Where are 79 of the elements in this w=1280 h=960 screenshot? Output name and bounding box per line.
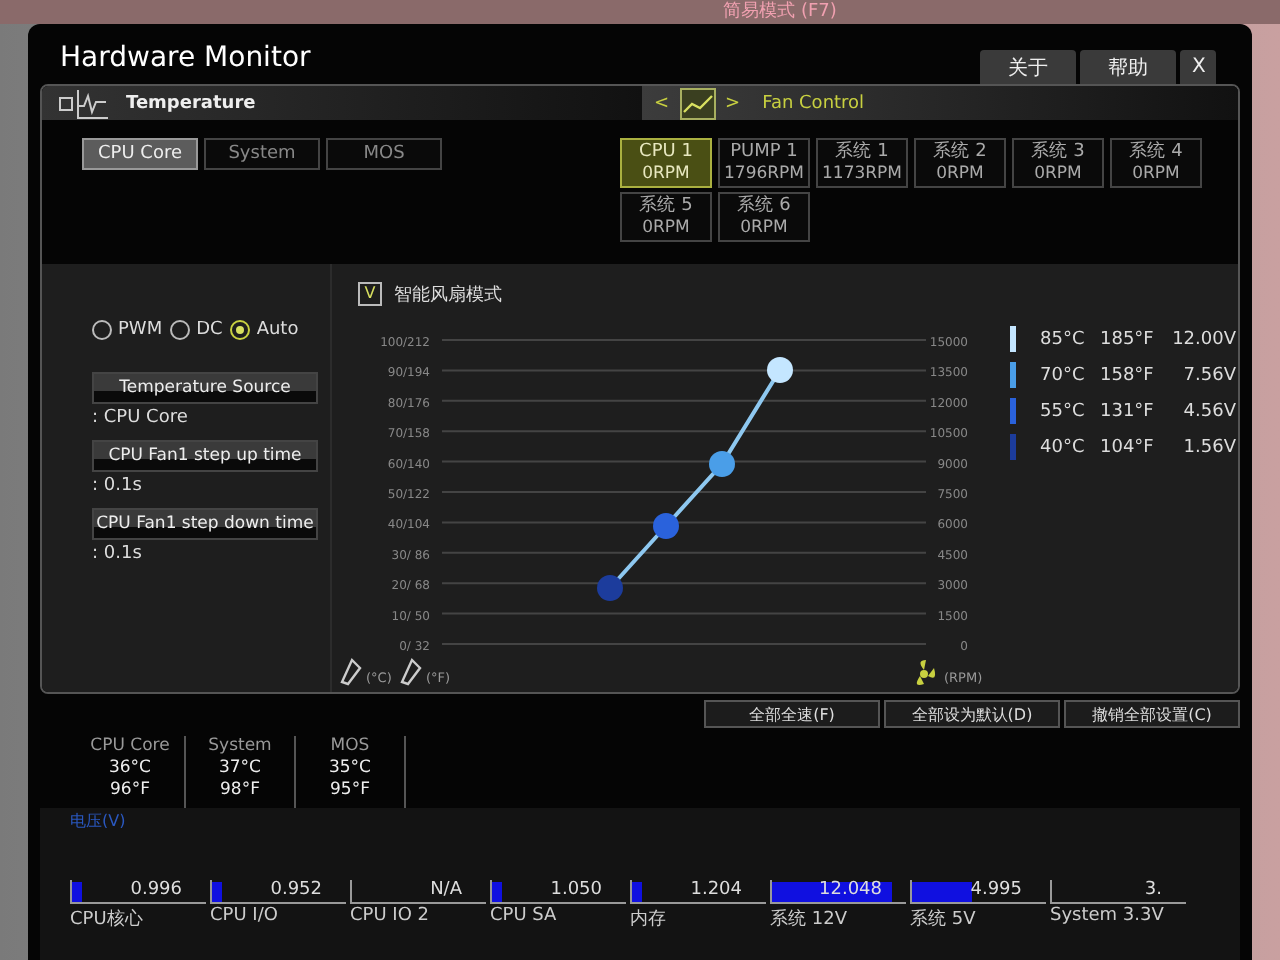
voltage-value: 0.952 (268, 880, 324, 902)
action-button[interactable]: 全部设为默认(D) (884, 700, 1060, 728)
setting-value: : 0.1s (92, 476, 144, 496)
voltage-title: 电压(V) (70, 810, 128, 832)
celsius-reading: 37°C (218, 758, 261, 780)
legend-celsius: 85°C (1040, 329, 1087, 349)
voltage-value: 0.996 (128, 880, 184, 902)
celsius-reading: 36°C (108, 758, 151, 780)
fan-button[interactable]: 系统 2 0RPM (914, 138, 1006, 189)
voltage-label: CPU I/O (210, 906, 280, 926)
legend-fahrenheit: 131°F (1100, 401, 1156, 421)
legend-voltage: 1.56V (1181, 437, 1236, 457)
sensor-tab[interactable]: System (204, 138, 320, 171)
setting-button[interactable]: CPU Fan1 step down time (92, 508, 318, 540)
mode-radio[interactable]: Auto (230, 320, 299, 340)
fahrenheit-reading: 95°F (330, 780, 370, 802)
setting-value: : 0.1s (92, 544, 144, 564)
window-title: Hardware Monitor (58, 42, 311, 74)
mode-radio[interactable]: PWM (92, 320, 163, 340)
sensor-tab[interactable]: CPU Core (82, 138, 198, 171)
voltage-value: 1.050 (548, 880, 604, 902)
action-button[interactable]: 撤销全部设置(C) (1064, 700, 1240, 728)
fan-button[interactable]: 系统 4 0RPM (1110, 138, 1202, 189)
action-button[interactable]: 全部全速(F) (704, 700, 880, 728)
legend-celsius: 70°C (1040, 365, 1087, 385)
thermometer-icon (400, 657, 422, 686)
legend-voltage: 4.56V (1181, 401, 1236, 421)
temperature-graph-icon (58, 87, 110, 120)
window-button[interactable]: 关于 (980, 50, 1076, 84)
temperature-header: Temperature (126, 93, 256, 114)
legend-celsius: 55°C (1040, 401, 1087, 421)
voltage-label: 系统 12V (770, 907, 849, 932)
fan-control-header: Fan Control (762, 93, 865, 114)
legend-fahrenheit: 104°F (1100, 437, 1156, 457)
voltage-label: 内存 (630, 907, 668, 932)
fan-graph-icon (679, 87, 716, 120)
fan-button[interactable]: CPU 1 0RPM (620, 138, 712, 189)
sensor-name: MOS (330, 736, 370, 758)
fan-button[interactable]: 系统 6 0RPM (718, 192, 810, 243)
fan-button[interactable]: 系统 3 0RPM (1012, 138, 1104, 189)
sensor-name: CPU Core (90, 736, 170, 758)
legend-fahrenheit: 185°F (1100, 329, 1156, 349)
voltage-value: 12.048 (817, 880, 884, 902)
thermometer-icon (340, 657, 362, 686)
voltage-value: 1.204 (688, 880, 744, 902)
window-button[interactable]: X (1180, 50, 1216, 84)
legend-voltage: 12.00V (1170, 329, 1236, 349)
window-button[interactable]: 帮助 (1080, 50, 1176, 84)
setting-button[interactable]: CPU Fan1 step up time (92, 440, 318, 472)
legend-celsius: 40°C (1040, 437, 1087, 457)
curve-point[interactable] (597, 575, 623, 601)
next-arrow[interactable]: > (725, 93, 741, 114)
sensor-tab[interactable]: MOS (326, 138, 442, 171)
legend-fahrenheit: 158°F (1100, 365, 1156, 385)
voltage-value: N/A (428, 880, 464, 902)
setting-button[interactable]: Temperature Source (92, 372, 318, 404)
curve-point[interactable] (709, 451, 735, 477)
fan-button[interactable]: 系统 5 0RPM (620, 192, 712, 243)
fan-icon (916, 660, 936, 685)
fan-button[interactable]: 系统 1 1173RPM (816, 138, 908, 189)
previous-arrow[interactable]: < (654, 93, 670, 114)
voltage-label: 系统 5V (910, 907, 978, 932)
curve-point[interactable] (767, 357, 793, 383)
voltage-label: CPU SA (490, 906, 559, 926)
fan-button[interactable]: PUMP 1 1796RPM (718, 138, 810, 189)
sensor-name: System (208, 736, 272, 758)
mode-radio[interactable]: DC (170, 320, 223, 340)
fahrenheit-reading: 96°F (110, 780, 150, 802)
smart-fan-checkbox[interactable]: V (358, 282, 382, 306)
legend-voltage: 7.56V (1181, 365, 1236, 385)
voltage-label: System 3.3V (1050, 906, 1166, 926)
smart-fan-label: 智能风扇模式 (394, 283, 502, 307)
curve-point[interactable] (653, 513, 679, 539)
fahrenheit-reading: 98°F (220, 780, 260, 802)
setting-value: : CPU Core (92, 408, 190, 428)
voltage-value: 3. (1142, 880, 1164, 902)
voltage-label: CPU核心 (70, 907, 145, 932)
celsius-reading: 35°C (328, 758, 371, 780)
voltage-label: CPU IO 2 (350, 906, 431, 926)
